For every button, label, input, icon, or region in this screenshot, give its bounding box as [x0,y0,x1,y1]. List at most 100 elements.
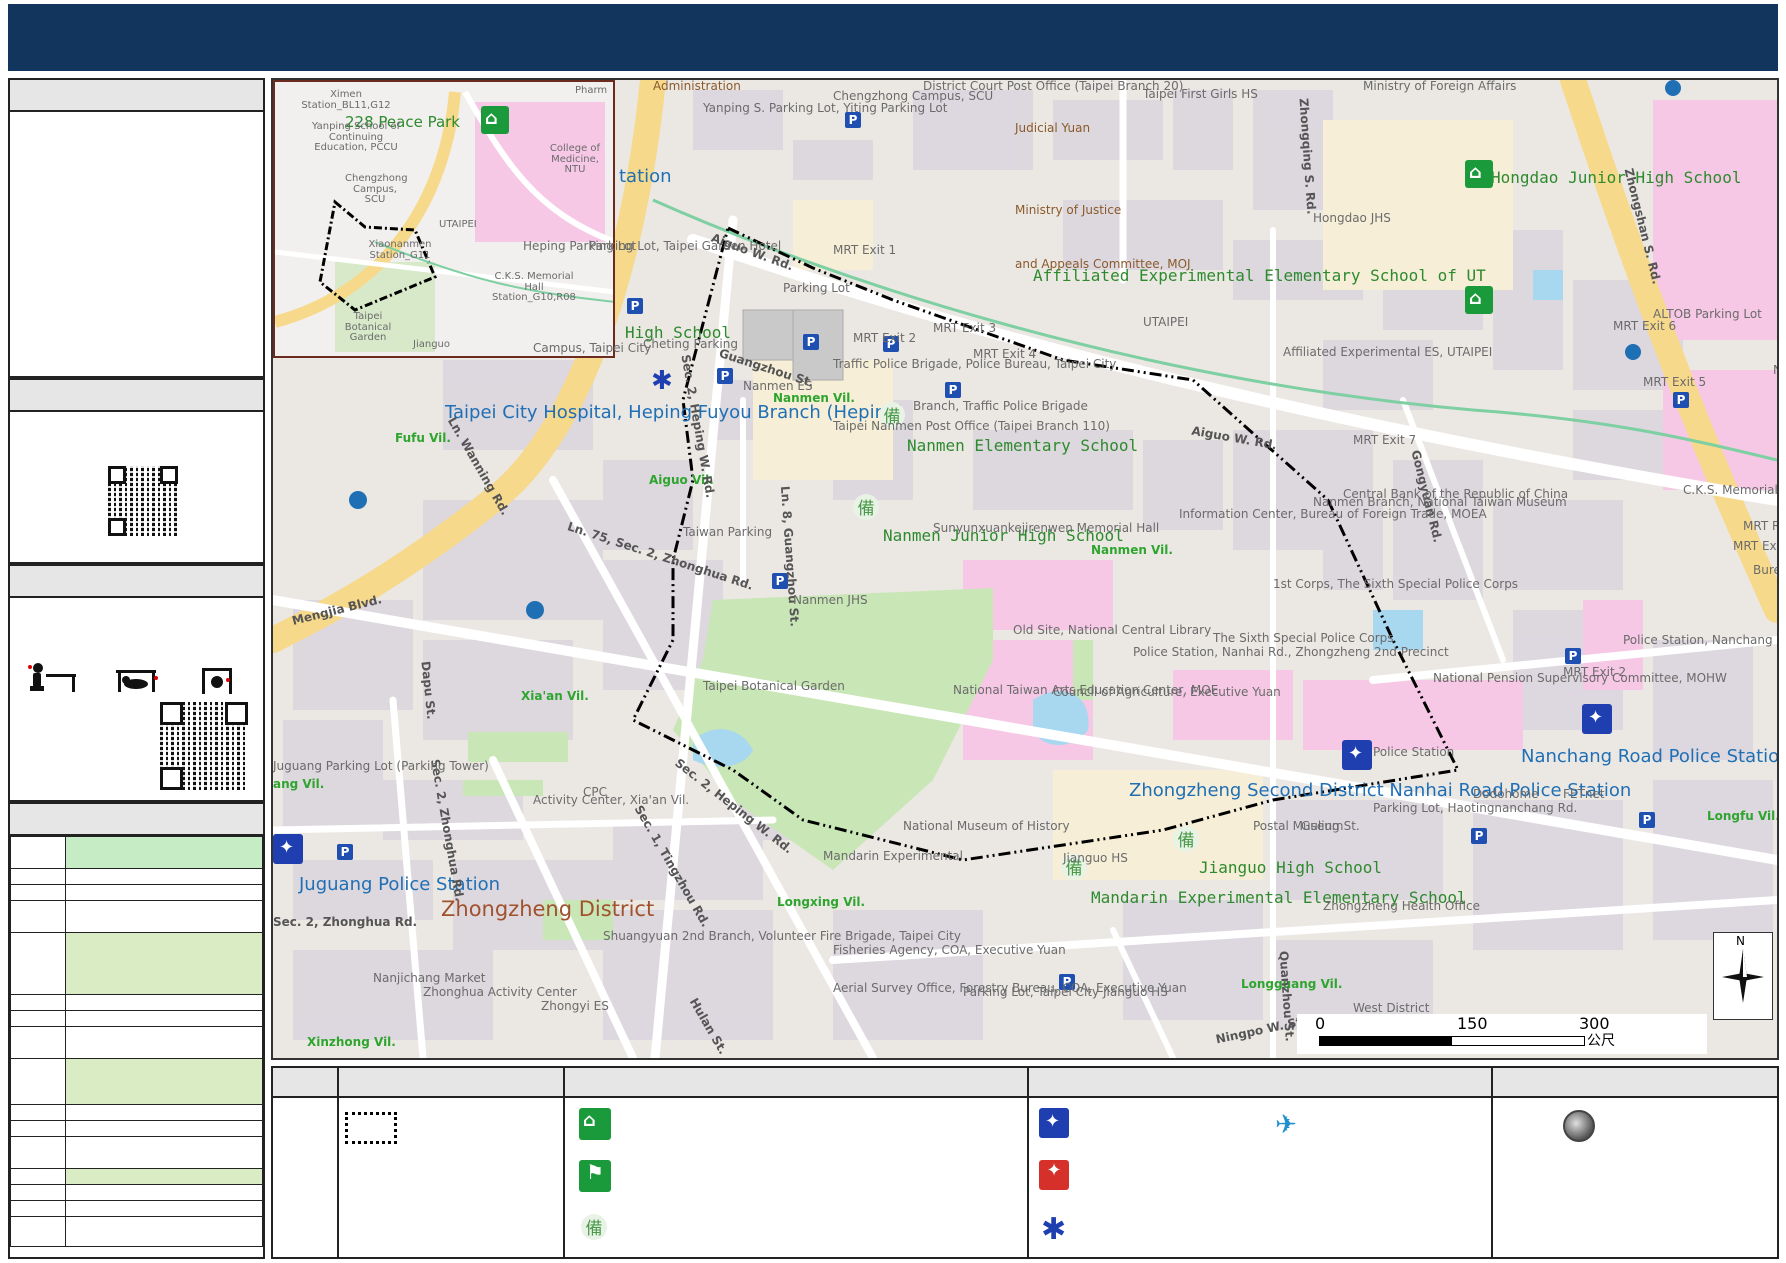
scale-unit: 公尺 [1587,1033,1615,1049]
parking-icon: P [1673,392,1689,408]
scale-bar: 0 150 300 公尺 [1297,1014,1707,1054]
compass-icon [1722,949,1764,1003]
poi-label: Nanmen JHS [793,593,868,607]
poi-label: MRT Exit 7 [1353,433,1417,447]
poi-label: Nanmen Branch, National Taiwan Museum [1313,495,1567,509]
poi-label: The Sixth Special Police Corps [1213,631,1394,645]
safety-qr-code[interactable] [160,702,248,790]
location-marker-icon [1563,1110,1595,1142]
poi-label: Guling St. [1301,819,1360,833]
reserve-site-icon: 備 [581,1214,607,1240]
parking-icon: P [1565,648,1581,664]
evacuation-site-icon: ⚑ [579,1160,611,1192]
poi-label: Campus, Taipei City [533,341,652,355]
poi-label: West District [1353,1001,1430,1015]
helipad-icon: ✈ [1275,1110,1297,1140]
poi-label: Administration [653,79,741,93]
poi-label: ALTOB Parking Lot [1653,307,1762,321]
poi-label: Council of Agriculture, Executive Yuan [1053,685,1281,699]
poi-label: Zhongzheng Health Office [1323,899,1480,913]
poi-label: UTAIPEI [1143,315,1189,329]
poi-label: Taiwan Parking [683,525,773,539]
poi-label: MRT Exit 1 [833,243,897,257]
poi-label: National Theater & Concert Hall (Nationa… [1773,364,1777,377]
drop-cover-hold-icons [28,663,232,694]
station-partial-label: tation [619,166,672,187]
parking-icon: P [1471,828,1487,844]
poi-label: FETnet [1563,787,1605,801]
inset-map[interactable]: 228 Peace Park Ximen Station_BL11,G12 Ya… [273,80,615,358]
poi-label: MRT Exit 1 [1733,539,1777,553]
poi-label: MRT Exit 6 [1613,319,1677,333]
poi-label: MRT R08 Exit 4 [1743,519,1777,533]
shelter-icon [1465,286,1493,314]
info-table-panel [8,802,265,1259]
poi-label: Heping Parking Lot [523,239,637,253]
poi-label: Taipei Botanical Garden [703,679,845,693]
title-bar [8,4,1778,71]
drop-icon [28,663,76,692]
legend-panel: ⚑ 備 ✦ ✱ ✈ [271,1066,1779,1259]
parking-icon: P [803,334,819,350]
description-panel [8,78,265,378]
north-arrow: N [1713,932,1773,1020]
poi-label: C.K.S. Memorial Hall [1683,483,1778,497]
parking-icon: P [945,382,961,398]
poi-label: Activity Center, Xia'an Vil. [533,793,690,807]
village-label: Xia'an Vil. [521,689,589,703]
police-station-icon [1582,704,1612,734]
village-label: Longfu Vil. [1707,809,1779,823]
medicine-label: College of Medicine, NTU [549,143,601,175]
qr-code[interactable] [108,466,178,536]
village-label: Longxing Vil. [777,895,866,909]
poi-label: Parking Lot [783,281,850,295]
nanhai-police-label: Zhongzheng Second District Nanhai Road P… [1129,780,1632,801]
poi-label: MRT Exit 2 [853,331,917,345]
poi-label: Sunyunxuankejirenwen Memorial Hall [933,521,1160,535]
poi-label: Police Station [1373,745,1455,759]
safety-panel-header [10,566,263,598]
scale-tick-150: 150 [1457,1014,1488,1033]
poi-label: Parking Lot, Haotingnanchang Rd. [1373,801,1578,815]
pharm-label: Pharm [575,85,608,96]
legend-header-row [273,1068,1777,1098]
legend-column-location [1491,1068,1595,1257]
evacuation-icon [481,106,509,134]
ambulance-icon: ✱ [651,366,673,396]
juguang-police-label: Juguang Police Station [299,874,501,895]
poi-label: Juguang Parking Lot (Parking Tower) [273,759,489,773]
poi-label: Hongdao JHS [1313,211,1391,225]
poi-label: Old Site, National Central Library [1013,623,1212,637]
poi-label: Information Center, Bureau of Foreign Tr… [1179,507,1487,521]
legend-column-shelters: ⚑ 備 [563,1068,611,1257]
village-label: Nanmen Vil. [773,391,855,405]
road-label: Sec. 2, Zhonghua Rd. [273,915,418,929]
cover-icon [116,670,158,692]
poi-label: Zhonghua Activity Center [423,985,577,999]
yanping-label: Yanping School of Continuing Education, … [311,121,401,153]
description-panel-header [10,80,263,112]
poi-label: Parking Lot, Taipei City Jianguo HS [963,985,1168,999]
poi-label: Taipei Nanmen Post Office (Taipei Branch… [833,419,1110,433]
info-table-header [10,804,263,836]
village-label: Fufu Vil. [395,431,451,445]
poi-label: Jianguo HS [1063,851,1128,865]
poi-label: Shuangyuan 2nd Branch, Volunteer Fire Br… [603,929,961,943]
xiaonanmen-label: Xiaonanmen Station_G11 [368,239,432,261]
poi-label: National Museum of History [903,819,1070,833]
map-view[interactable]: 228 Peace Park Ximen Station_BL11,G12 Ya… [271,78,1779,1060]
botanical-inset-label: Taipei Botanical Garden [344,311,392,343]
police-station-icon [273,834,303,864]
poi-label: Zhongyi ES [541,999,609,1013]
scale-tick-300: 300 [1579,1014,1610,1033]
poi-label: Nanjichang Market [373,971,486,985]
earthquake-safety-panel [8,564,265,802]
poi-label: Police Station, Nanhai Rd., Zhongzheng 2… [1133,645,1449,659]
poi-label: Branch, Traffic Police Brigade [913,399,1088,413]
ximen-label: Ximen Station_BL11,G12 [301,89,391,111]
parking-icon: P [627,298,643,314]
shelter-icon [1465,160,1493,188]
village-label: Nanmen Vil. [1091,543,1173,557]
poi-label: Judicial Yuan [1015,121,1091,135]
legend-column-services: ✦ ✱ ✈ [1027,1068,1297,1257]
